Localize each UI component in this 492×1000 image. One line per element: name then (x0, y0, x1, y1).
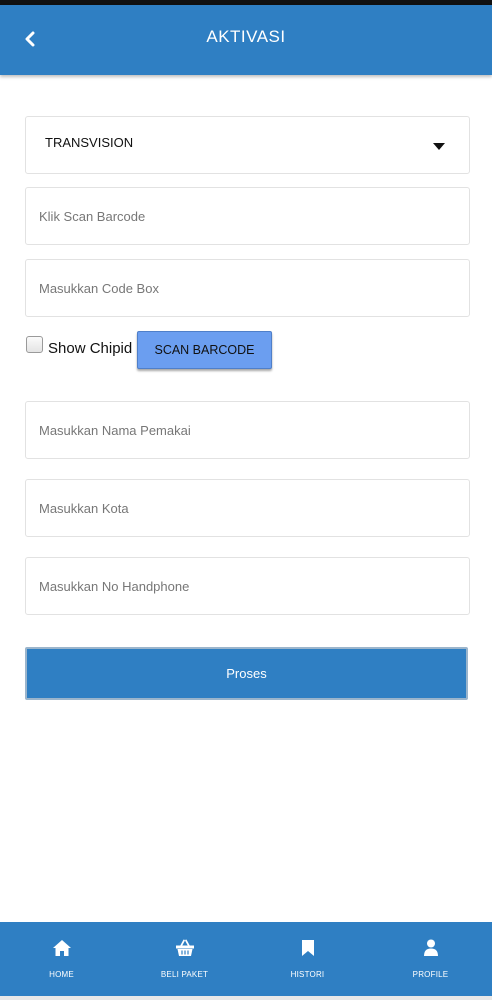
nav-label-histori: HISTORI (290, 970, 325, 979)
user-icon (420, 938, 442, 958)
nav-item-home[interactable]: HOME (0, 922, 123, 996)
provider-select[interactable]: TRANSVISION (25, 116, 470, 174)
nav-item-beli-paket[interactable]: BELI PAKET (123, 922, 246, 996)
barcode-field[interactable] (25, 187, 470, 245)
page-title: AKTIVASI (206, 27, 286, 46)
bottom-nav: HOME BELI PAKET HISTORI PROFILE (0, 922, 492, 996)
bookmark-icon (297, 938, 319, 958)
show-chipid-label: Show Chipid (48, 340, 133, 357)
code-box-field[interactable] (25, 259, 470, 317)
nav-item-histori[interactable]: HISTORI (246, 922, 369, 996)
city-field[interactable] (25, 479, 470, 537)
chipid-row: Show Chipid SCAN BARCODE (25, 331, 470, 369)
nav-label-profile: PROFILE (412, 970, 449, 979)
show-chipid-checkbox[interactable] (26, 336, 43, 353)
header-bar: AKTIVASI (0, 5, 492, 75)
nav-label-home: HOME (49, 970, 74, 979)
caret-down-icon (433, 143, 445, 150)
provider-select-value: TRANSVISION (45, 135, 134, 150)
user-name-field[interactable] (25, 401, 470, 459)
home-icon (51, 938, 73, 958)
nav-label-beli-paket: BELI PAKET (160, 970, 209, 979)
scan-barcode-button[interactable]: SCAN BARCODE (137, 331, 272, 369)
phone-field[interactable] (25, 557, 470, 615)
basket-icon (174, 938, 196, 958)
system-nav-strip (0, 996, 492, 1000)
proses-button[interactable]: Proses (25, 647, 468, 700)
nav-item-profile[interactable]: PROFILE (369, 922, 492, 996)
